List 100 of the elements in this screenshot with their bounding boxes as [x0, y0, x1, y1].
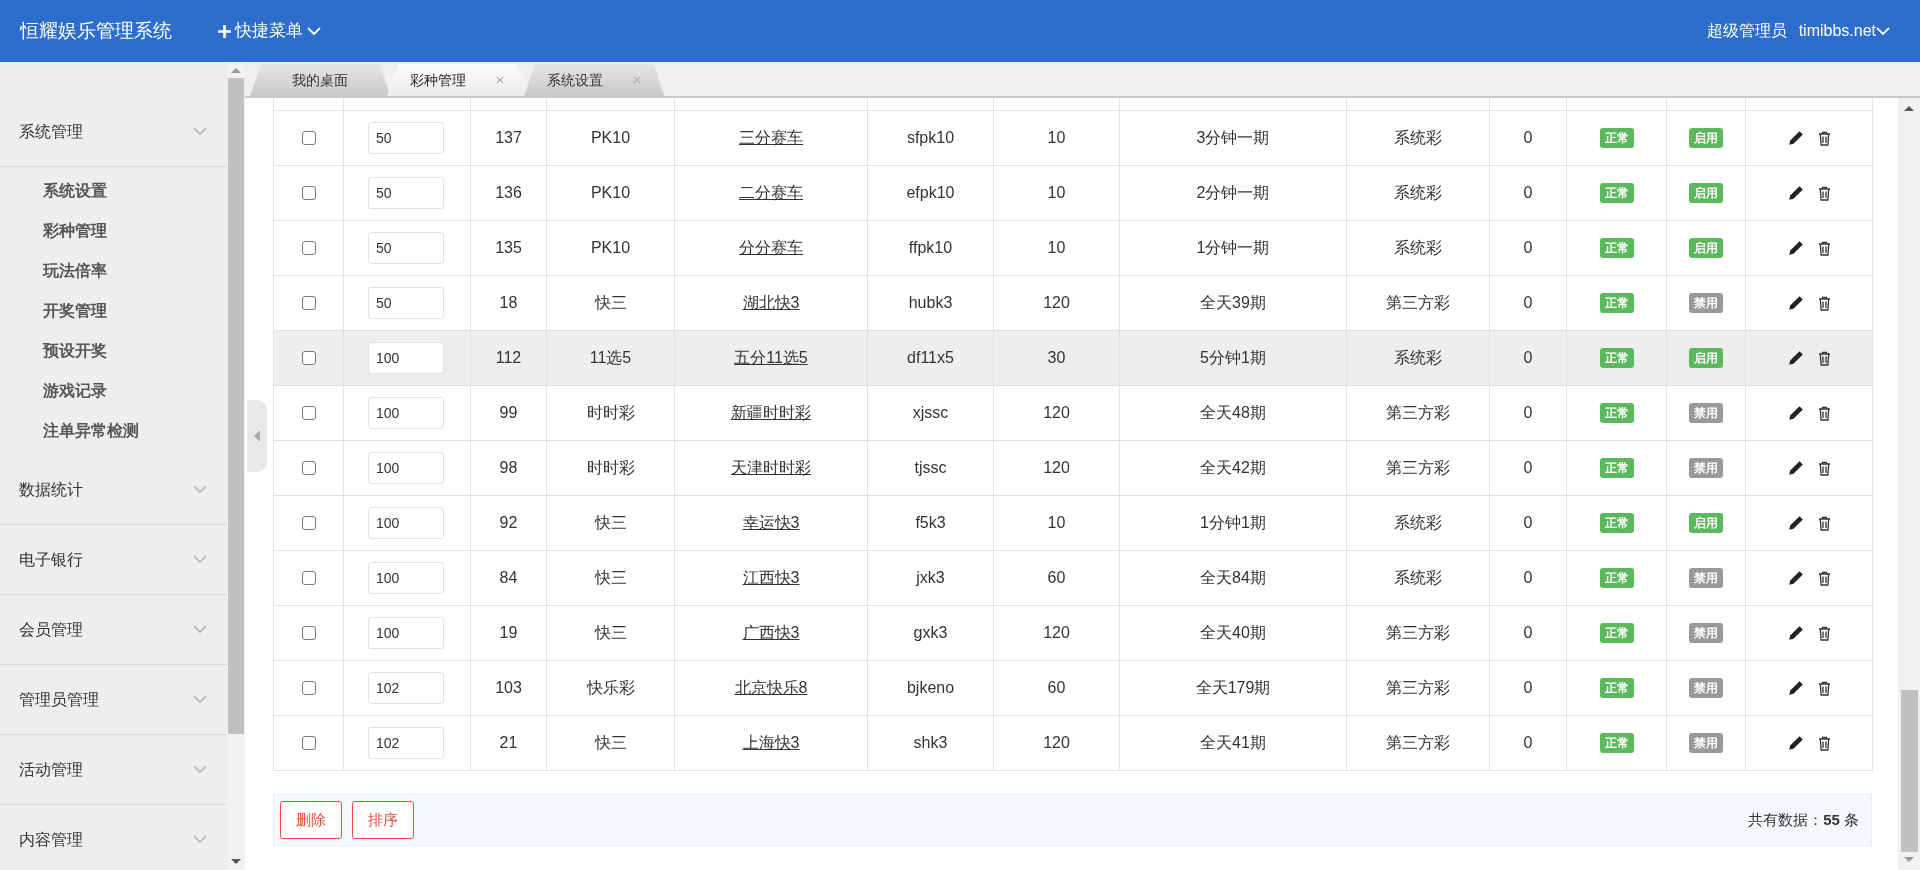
checkbox[interactable] [301, 296, 316, 310]
tab[interactable]: 彩种管理 × [387, 64, 527, 96]
lottery-link[interactable]: 上海快3 [742, 731, 800, 755]
edit-icon[interactable] [1787, 460, 1804, 476]
edit-icon[interactable] [1787, 405, 1804, 421]
table-cell: 21 [471, 716, 547, 771]
lottery-link[interactable]: 幸运快3 [742, 511, 800, 535]
sort-input[interactable]: 100 [368, 342, 444, 374]
status-badge: 正常 [1599, 458, 1634, 478]
checkbox[interactable] [301, 406, 316, 420]
edit-icon[interactable] [1787, 515, 1804, 531]
sidebar-item[interactable]: 预设开奖 [0, 331, 228, 371]
trash-icon[interactable] [1817, 625, 1831, 641]
status-badge: 正常 [1599, 678, 1634, 698]
lottery-link[interactable]: 新疆时时彩 [731, 401, 811, 425]
chevron-down-icon [193, 485, 208, 494]
sort-input[interactable]: 102 [368, 672, 444, 704]
user-menu-button[interactable]: timibbs.net [1798, 19, 1890, 43]
edit-icon[interactable] [1787, 680, 1804, 696]
checkbox[interactable] [301, 131, 316, 145]
edit-icon[interactable] [1787, 625, 1804, 641]
edit-icon[interactable] [1787, 240, 1804, 256]
chevron-down-icon [193, 765, 208, 774]
tab[interactable]: 系统设置 × [524, 64, 664, 96]
action-button[interactable]: 删除 [280, 801, 342, 839]
edit-icon[interactable] [1787, 350, 1804, 366]
table-cell: 快三 [547, 716, 675, 771]
lottery-link[interactable]: 江西快3 [742, 566, 800, 590]
lottery-link[interactable]: 天津时时彩 [731, 456, 811, 480]
trash-icon[interactable] [1817, 460, 1831, 476]
scrollbar-thumb[interactable] [1900, 690, 1918, 852]
scroll-down-icon[interactable] [231, 859, 242, 864]
edit-icon[interactable] [1787, 185, 1804, 201]
trash-icon[interactable] [1817, 295, 1831, 311]
scrollbar-thumb[interactable] [228, 78, 245, 734]
trash-icon[interactable] [1817, 515, 1831, 531]
lottery-link[interactable]: 北京快乐8 [734, 676, 808, 700]
sort-input[interactable]: 50 [368, 287, 444, 319]
tab[interactable]: 我的桌面 [250, 64, 390, 96]
trash-icon[interactable] [1817, 735, 1831, 751]
trash-icon[interactable] [1817, 570, 1831, 586]
checkbox[interactable] [301, 516, 316, 530]
checkbox[interactable] [301, 351, 316, 365]
sidebar-item[interactable]: 注单异常检测 [0, 411, 228, 451]
status-badge: 正常 [1599, 623, 1634, 643]
checkbox[interactable] [301, 571, 316, 585]
action-button[interactable]: 排序 [352, 801, 414, 839]
chevron-down-icon [193, 127, 208, 136]
checkbox[interactable] [301, 461, 316, 475]
status-badge: 正常 [1599, 293, 1634, 313]
sidebar-item[interactable]: 玩法倍率 [0, 251, 228, 291]
trash-icon[interactable] [1817, 130, 1831, 146]
sidebar-item[interactable]: 游戏记录 [0, 371, 228, 411]
edit-icon[interactable] [1787, 570, 1804, 586]
table-cell: shk3 [868, 716, 994, 771]
plus-icon [218, 24, 231, 38]
checkbox[interactable] [301, 186, 316, 200]
table-cell: 全天41期 [1120, 716, 1347, 771]
chevron-down-icon [193, 695, 208, 704]
status-badge: 正常 [1599, 403, 1634, 423]
checkbox[interactable] [301, 241, 316, 255]
sort-input[interactable]: 100 [368, 452, 444, 484]
sort-input[interactable]: 100 [368, 562, 444, 594]
lottery-link[interactable]: 广西快3 [742, 621, 800, 645]
status-badge: 正常 [1599, 513, 1634, 533]
lottery-link[interactable]: 二分赛车 [739, 181, 803, 205]
checkbox[interactable] [301, 626, 316, 640]
lottery-link[interactable]: 五分11选5 [734, 346, 808, 370]
chevron-down-icon [307, 26, 321, 36]
sort-input[interactable]: 50 [368, 232, 444, 264]
trash-icon[interactable] [1817, 680, 1831, 696]
edit-icon[interactable] [1787, 735, 1804, 751]
trash-icon[interactable] [1817, 240, 1831, 256]
sort-input[interactable]: 100 [368, 617, 444, 649]
lottery-link[interactable]: 三分赛车 [739, 126, 803, 150]
sidebar-item[interactable]: 开奖管理 [0, 291, 228, 331]
sort-input[interactable]: 100 [368, 507, 444, 539]
trash-icon[interactable] [1817, 405, 1831, 421]
status-badge: 正常 [1599, 348, 1634, 368]
trash-icon[interactable] [1817, 350, 1831, 366]
chevron-down-icon [193, 835, 208, 844]
sidebar-toggle[interactable] [247, 400, 267, 472]
sort-input[interactable]: 102 [368, 727, 444, 759]
status-badge: 正常 [1599, 238, 1634, 258]
chevron-down-icon [193, 555, 208, 564]
scroll-up-icon[interactable] [1904, 106, 1914, 111]
sidebar-item[interactable]: 系统设置 [0, 171, 228, 211]
edit-icon[interactable] [1787, 130, 1804, 146]
sidebar-item[interactable]: 彩种管理 [0, 211, 228, 251]
trash-icon[interactable] [1817, 185, 1831, 201]
edit-icon[interactable] [1787, 295, 1804, 311]
lottery-link[interactable]: 分分赛车 [739, 236, 803, 260]
sort-input[interactable]: 100 [368, 397, 444, 429]
quick-menu-button[interactable]: 快捷菜单 [218, 18, 321, 44]
checkbox[interactable] [301, 736, 316, 750]
sort-input[interactable]: 50 [368, 122, 444, 154]
chevron-down-icon [193, 625, 208, 634]
sort-input[interactable]: 50 [368, 177, 444, 209]
checkbox[interactable] [301, 681, 316, 695]
lottery-link[interactable]: 湖北快3 [742, 291, 800, 315]
